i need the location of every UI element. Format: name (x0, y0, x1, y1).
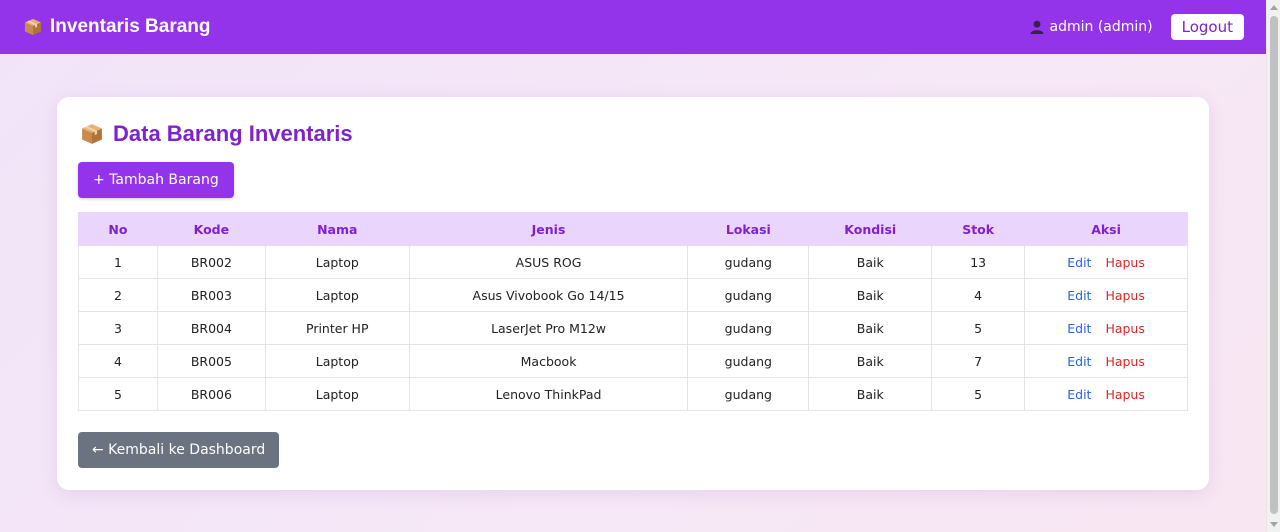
column-header-kondisi: Kondisi (808, 212, 933, 246)
cell-aksi: Edit Hapus (1024, 278, 1188, 312)
cell-aksi: Edit Hapus (1024, 311, 1188, 345)
scroll-down-icon[interactable] (1270, 522, 1278, 527)
page-title: Data Barang Inventaris (81, 119, 1188, 149)
edit-link[interactable]: Edit (1067, 321, 1091, 336)
cell-nama: Laptop (264, 377, 410, 411)
cell-kondisi: Baik (808, 278, 933, 312)
nav-right: admin (admin) Logout (1030, 14, 1244, 40)
cell-aksi: Edit Hapus (1024, 245, 1188, 279)
cell-lokasi: gudang (687, 344, 810, 378)
cell-lokasi: gudang (687, 311, 810, 345)
table-row: 4 BR005 Laptop Macbook gudang Baik 7 Edi… (78, 344, 1188, 378)
edit-link[interactable]: Edit (1067, 288, 1091, 303)
edit-link[interactable]: Edit (1067, 354, 1091, 369)
cell-no: 2 (78, 278, 158, 312)
cell-aksi: Edit Hapus (1024, 344, 1188, 378)
cell-no: 3 (78, 311, 158, 345)
delete-link[interactable]: Hapus (1105, 354, 1144, 369)
table-header-row: No Kode Nama Jenis Lokasi Kondisi Stok A… (78, 212, 1188, 246)
table-row: 2 BR003 Laptop Asus Vivobook Go 14/15 gu… (78, 278, 1188, 312)
delete-link[interactable]: Hapus (1105, 321, 1144, 336)
cell-kondisi: Baik (808, 377, 933, 411)
vertical-scrollbar[interactable] (1266, 0, 1280, 532)
cell-stok: 7 (931, 344, 1026, 378)
cell-kode: BR004 (156, 311, 266, 345)
table-row: 3 BR004 Printer HP LaserJet Pro M12w gud… (78, 311, 1188, 345)
table-row: 5 BR006 Laptop Lenovo ThinkPad gudang Ba… (78, 377, 1188, 411)
cell-jenis: Macbook (408, 344, 689, 378)
cell-no: 4 (78, 344, 158, 378)
cell-nama: Printer HP (264, 311, 410, 345)
cell-aksi: Edit Hapus (1024, 377, 1188, 411)
inventory-card: Data Barang Inventaris + Tambah Barang N… (57, 97, 1209, 490)
brand-title: Inventaris Barang (50, 16, 211, 37)
cell-kode: BR005 (156, 344, 266, 378)
cell-jenis: LaserJet Pro M12w (408, 311, 689, 345)
add-item-button[interactable]: + Tambah Barang (78, 162, 234, 198)
cell-kondisi: Baik (808, 245, 933, 279)
package-icon (24, 18, 42, 36)
cell-stok: 13 (931, 245, 1026, 279)
scroll-up-icon[interactable] (1270, 5, 1278, 10)
inventory-table: No Kode Nama Jenis Lokasi Kondisi Stok A… (78, 212, 1188, 411)
column-header-lokasi: Lokasi (687, 212, 810, 246)
cell-jenis: Lenovo ThinkPad (408, 377, 689, 411)
package-icon (82, 124, 102, 144)
column-header-stok: Stok (931, 212, 1026, 246)
column-header-jenis: Jenis (408, 212, 689, 246)
cell-kondisi: Baik (808, 311, 933, 345)
cell-lokasi: gudang (687, 377, 810, 411)
cell-kode: BR002 (156, 245, 266, 279)
cell-stok: 5 (931, 377, 1026, 411)
user-info: admin (admin) (1030, 19, 1153, 35)
cell-kode: BR003 (156, 278, 266, 312)
cell-jenis: Asus Vivobook Go 14/15 (408, 278, 689, 312)
back-to-dashboard-button[interactable]: ← Kembali ke Dashboard (78, 432, 280, 468)
column-header-no: No (78, 212, 158, 246)
brand[interactable]: Inventaris Barang (24, 16, 211, 38)
edit-link[interactable]: Edit (1067, 255, 1091, 270)
delete-link[interactable]: Hapus (1105, 387, 1144, 402)
cell-nama: Laptop (264, 344, 410, 378)
page-title-text: Data Barang Inventaris (113, 121, 353, 146)
table-row: 1 BR002 Laptop ASUS ROG gudang Baik 13 E… (78, 245, 1188, 279)
column-header-nama: Nama (264, 212, 410, 246)
edit-link[interactable]: Edit (1067, 387, 1091, 402)
logout-button[interactable]: Logout (1170, 14, 1244, 40)
user-icon (1030, 20, 1044, 34)
column-header-aksi: Aksi (1024, 212, 1188, 246)
cell-nama: Laptop (264, 278, 410, 312)
delete-link[interactable]: Hapus (1105, 288, 1144, 303)
cell-no: 1 (78, 245, 158, 279)
scrollbar-thumb[interactable] (1270, 16, 1278, 514)
cell-jenis: ASUS ROG (408, 245, 689, 279)
cell-stok: 4 (931, 278, 1026, 312)
cell-lokasi: gudang (687, 278, 810, 312)
column-header-kode: Kode (156, 212, 266, 246)
cell-kode: BR006 (156, 377, 266, 411)
cell-lokasi: gudang (687, 245, 810, 279)
cell-stok: 5 (931, 311, 1026, 345)
cell-nama: Laptop (264, 245, 410, 279)
cell-kondisi: Baik (808, 344, 933, 378)
delete-link[interactable]: Hapus (1105, 255, 1144, 270)
top-navbar: Inventaris Barang admin (admin) Logout (0, 0, 1266, 54)
cell-no: 5 (78, 377, 158, 411)
user-name: admin (admin) (1049, 19, 1153, 35)
